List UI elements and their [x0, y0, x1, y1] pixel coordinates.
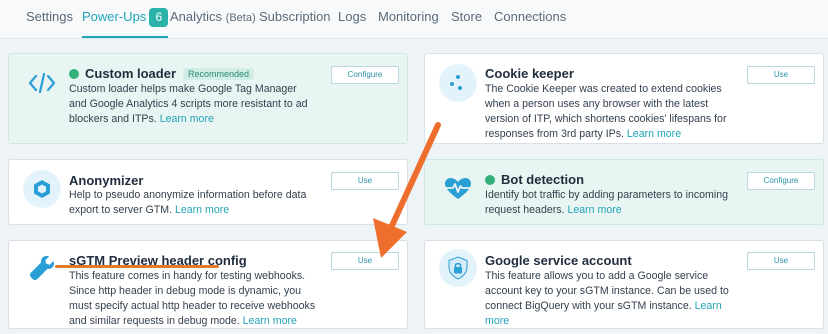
annotation-arrow	[373, 122, 441, 258]
